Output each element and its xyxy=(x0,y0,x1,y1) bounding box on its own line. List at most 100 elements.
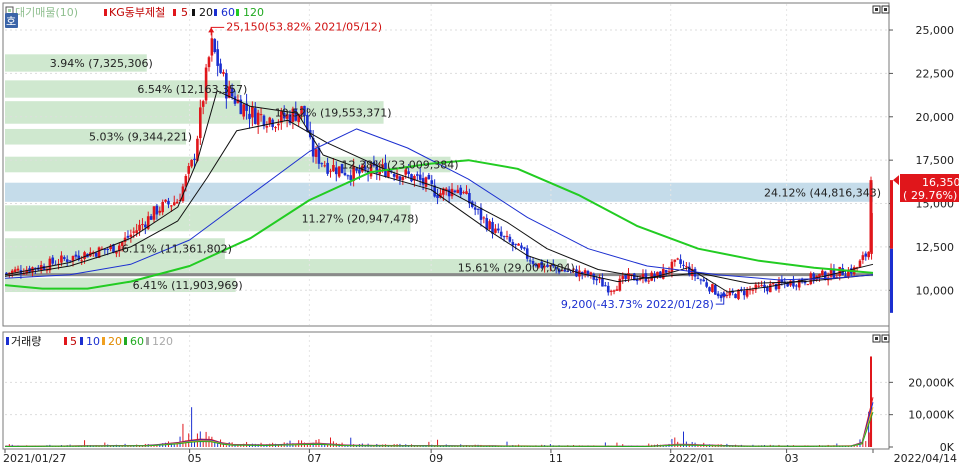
volume-ma60: 60 xyxy=(130,335,144,348)
candle-body xyxy=(734,294,737,299)
legend-ma20: 20 xyxy=(199,6,213,19)
legend-stock-swatch xyxy=(104,9,107,16)
legend-ma5-swatch xyxy=(173,9,176,16)
volume-tick-label: 20,000K xyxy=(908,376,954,389)
candle-body xyxy=(456,189,460,194)
profile-label: 10.52% (19,553,371) xyxy=(275,106,392,119)
candle-body xyxy=(83,252,86,259)
candle-body xyxy=(323,165,327,167)
candle-body xyxy=(661,268,665,279)
candle-body xyxy=(132,231,136,233)
profile-label: 12.38% (23,009,384) xyxy=(342,159,459,172)
candle-body xyxy=(161,201,164,213)
candle-body xyxy=(505,235,509,237)
candle-body xyxy=(499,231,503,237)
candle-body xyxy=(320,163,324,165)
candle-body xyxy=(74,254,78,257)
candle-body xyxy=(612,290,616,292)
candle-body xyxy=(679,259,682,264)
volume-ma20: 20 xyxy=(108,335,122,348)
price-tick-label: 25,000 xyxy=(916,24,955,37)
date-tick-label: 2022/04/14 xyxy=(894,452,957,465)
legend-ma5: 5 xyxy=(181,6,188,19)
candle-body xyxy=(416,174,419,176)
price-axis-ticks: 25,00022,50020,00017,50015,00012,50010,0… xyxy=(889,24,954,313)
volume-ma10-swatch xyxy=(80,337,83,345)
candle-body xyxy=(251,106,254,118)
candle-body xyxy=(199,107,202,139)
volume-legend-prefix: 거래량 xyxy=(11,335,41,348)
candle-body xyxy=(598,278,601,280)
candle-body xyxy=(256,112,260,125)
volume-panel xyxy=(2,331,890,450)
profile-label: 3.94% (7,325,306) xyxy=(50,57,153,70)
price-legend[interactable]: 대기매물(10) KG동부제철 5 20 60 120 xyxy=(5,6,264,19)
candle-body xyxy=(268,117,272,124)
candle-body xyxy=(274,127,277,129)
candle-body xyxy=(144,224,147,228)
legend-stock-name: KG동부제철 xyxy=(109,6,165,19)
volume-ma120: 120 xyxy=(152,335,173,348)
candle-body xyxy=(624,275,627,279)
candle-body xyxy=(155,205,159,215)
current-change-open: ( xyxy=(903,189,907,202)
candle-body xyxy=(635,279,639,282)
candle-body xyxy=(265,126,269,128)
candle-body xyxy=(771,283,775,285)
candle-body xyxy=(766,287,769,292)
side-badge[interactable]: 호 xyxy=(5,13,18,28)
candle-body xyxy=(708,287,711,292)
candle-body xyxy=(253,108,257,124)
candle-body xyxy=(60,255,63,263)
candle-body xyxy=(216,49,219,66)
candle-body xyxy=(349,175,353,181)
volume-panel-close-icon-inner xyxy=(884,337,887,340)
candle-body xyxy=(207,57,211,68)
candle-body xyxy=(138,224,141,231)
candle-body xyxy=(609,290,613,292)
price-tick-label: 12,500 xyxy=(916,241,955,254)
candle-body xyxy=(664,269,668,273)
candle-body xyxy=(164,199,167,202)
candle-body xyxy=(792,280,795,287)
date-axis: 2021/01/27 05 07 09 11 2022/01 03 2022/04/14 xyxy=(3,449,957,465)
candle-body xyxy=(627,272,630,280)
candle-body xyxy=(517,243,520,246)
candle-body xyxy=(838,266,842,276)
candle-body xyxy=(392,173,396,177)
volume-tick-label: 10,000K xyxy=(908,409,954,422)
candle-body xyxy=(71,255,75,261)
candle-body xyxy=(16,268,20,271)
candle-body xyxy=(248,113,251,119)
candle-body xyxy=(685,266,688,268)
legend-ma120-swatch xyxy=(236,9,239,16)
candle-body xyxy=(482,217,486,219)
candle-body xyxy=(705,282,708,287)
candle-body xyxy=(757,285,761,287)
current-change-close: ) xyxy=(953,189,957,202)
candle-body xyxy=(601,278,604,287)
candle-body xyxy=(329,170,332,172)
candle-body xyxy=(222,72,225,74)
candle-body xyxy=(129,234,133,237)
current-change-text: 29.76% xyxy=(911,189,953,202)
candle-body xyxy=(682,264,685,266)
candle-body xyxy=(51,257,55,264)
legend-toggle-icon-fill xyxy=(8,9,11,12)
candle-body xyxy=(858,260,862,268)
candle-body xyxy=(126,235,130,238)
candle-body xyxy=(502,236,506,238)
candle-body xyxy=(259,114,263,116)
candle-body xyxy=(583,270,587,274)
candle-body xyxy=(326,162,329,174)
panel-maximize-icon-inner xyxy=(875,8,878,11)
candle-body xyxy=(106,248,110,250)
profile-label: 24.12% (44,816,343) xyxy=(764,186,881,199)
candle-body xyxy=(421,178,425,185)
candle-body xyxy=(485,218,489,230)
candle-body xyxy=(68,260,72,262)
volume-ma5: 5 xyxy=(70,335,77,348)
high-annotation: 25,150(53.82% 2021/05/12) xyxy=(226,20,382,33)
legend-ma60: 60 xyxy=(221,6,235,19)
candle-body xyxy=(277,123,280,126)
